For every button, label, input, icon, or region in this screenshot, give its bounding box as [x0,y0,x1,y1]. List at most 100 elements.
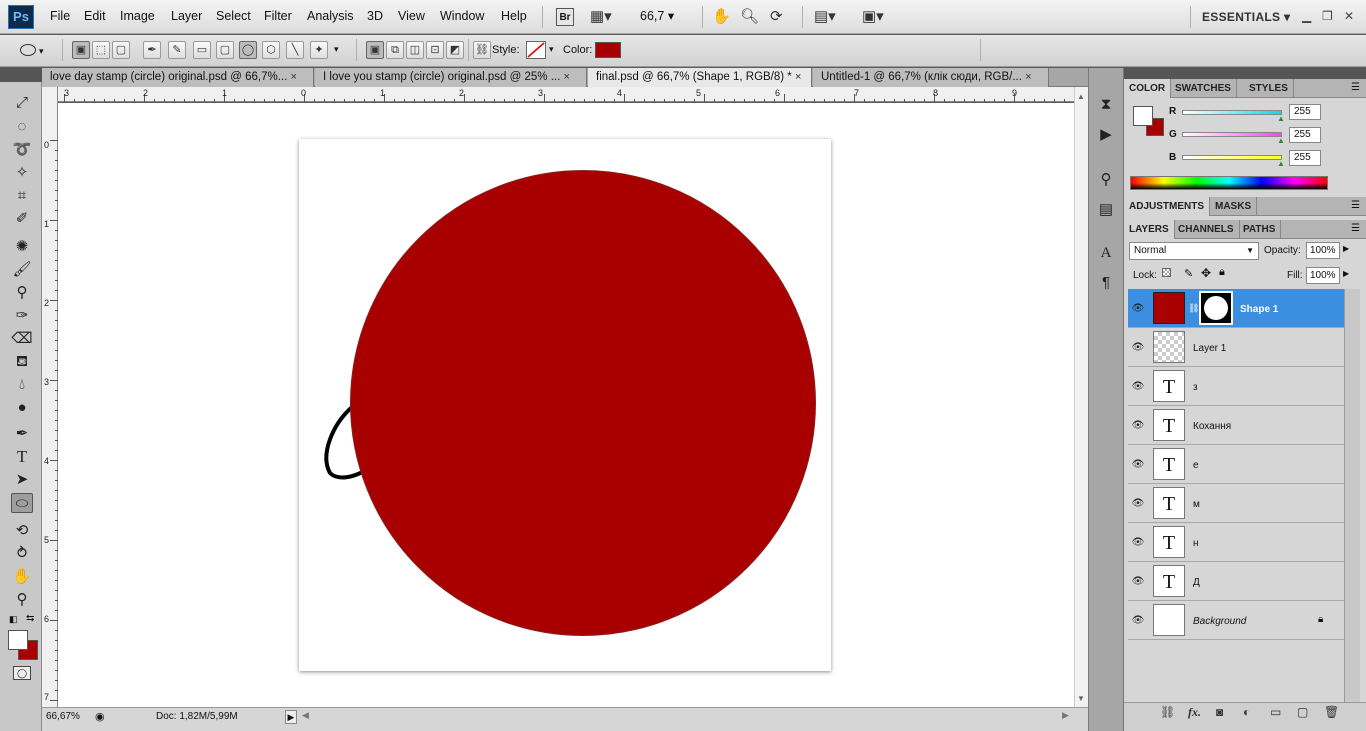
lock-image-icon[interactable]: ✎ [1184,267,1193,280]
eye-icon[interactable]: 👁︎ [1131,303,1145,314]
adjustment-layer-icon[interactable]: ◐ [1243,705,1250,719]
channel-b-value[interactable]: 255 [1289,150,1321,166]
magic-wand-tool-icon[interactable]: ✧ [11,163,33,183]
arrange-documents-icon[interactable]: ▤▾ [814,9,836,25]
tab-close-icon[interactable]: × [795,71,801,83]
rectangle-option-icon[interactable]: ▭ [193,41,211,59]
path-selection-tool-icon[interactable]: ➤ [11,470,33,490]
link-layers-icon[interactable]: ⛓ [1160,705,1175,719]
fill-field[interactable]: 100% [1306,267,1340,284]
new-layer-icon[interactable]: ▢ [1297,705,1308,719]
new-shape-layer-icon[interactable]: ▣ [366,41,384,59]
lock-all-icon[interactable]: 🔒︎ [1219,266,1225,279]
channel-g-slider[interactable] [1182,132,1282,137]
history-panel-icon[interactable]: ⧗ [1096,95,1116,115]
tab-final-psd[interactable]: final.psd @ 66,7% (Shape 1, RGB/8) * × [588,68,812,87]
menu-layer[interactable]: Layer [171,9,202,23]
channel-r-slider[interactable] [1182,110,1282,115]
tab-color[interactable]: COLOR [1124,79,1172,98]
shape-color-swatch[interactable] [595,42,621,58]
freeform-pen-option-icon[interactable]: ✎ [168,41,186,59]
status-zoom[interactable]: 66,67% [46,711,80,722]
exclude-shape-icon[interactable]: ◩ [446,41,464,59]
line-option-icon[interactable]: ╲ [286,41,304,59]
menu-filter[interactable]: Filter [264,9,292,23]
menu-view[interactable]: View [398,9,425,23]
history-brush-tool-icon[interactable]: ✑ [11,306,33,326]
menu-file[interactable]: File [50,9,70,23]
tab-swatches[interactable]: SWATCHES [1170,79,1237,98]
vertical-scrollbar[interactable] [1074,87,1088,707]
paint-bucket-tool-icon[interactable]: ⛾ [11,352,33,372]
text-layer-thumbnail[interactable]: T [1153,565,1185,597]
elliptical-marquee-tool-icon[interactable]: ◌ [11,117,33,137]
menu-select[interactable]: Select [216,9,251,23]
panel-menu-icon[interactable]: ☰ [1351,82,1360,93]
clone-stamp-tool-icon[interactable]: ⚲ [11,283,33,303]
scroll-left-icon[interactable]: ◀ [302,710,309,721]
text-layer-thumbnail[interactable]: T [1153,487,1185,519]
style-swatch[interactable] [526,41,546,59]
layers-scrollbar[interactable] [1344,289,1360,702]
slider-handle-icon[interactable]: ▲ [1277,136,1285,145]
text-layer-thumbnail[interactable]: T [1153,409,1185,441]
tab-i-love-you-stamp[interactable]: I love you stamp (circle) original.psd @… [315,68,587,87]
color-spectrum-bar[interactable] [1130,176,1328,190]
add-mask-icon[interactable]: ◙ [1216,705,1223,719]
spot-healing-tool-icon[interactable]: ✺ [11,237,33,257]
ellipse-tool-icon[interactable]: ⬭ [11,493,33,513]
quick-mask-icon[interactable]: ◯ [13,666,31,680]
crop-tool-icon[interactable]: ⌗ [11,186,33,206]
text-layer-thumbnail[interactable]: T [1153,448,1185,480]
status-menu-arrow-icon[interactable]: ▶ [285,710,297,724]
menu-analysis[interactable]: Analysis [307,9,354,23]
lock-transparent-icon[interactable] [1162,268,1171,277]
blend-mode-select[interactable]: Normal ▼ [1129,242,1259,260]
pen-tool-option-icon[interactable]: ✒ [143,41,161,59]
eye-icon[interactable]: 👁︎ [1131,537,1145,548]
shape-dropdown-icon[interactable]: ▾ [334,44,339,55]
clone-source-icon[interactable]: ⚲ [1096,170,1116,190]
tab-masks[interactable]: MASKS [1210,197,1258,216]
lock-position-icon[interactable]: ✥ [1201,266,1211,280]
swap-colors-icon[interactable]: ⇆ [26,613,34,624]
tab-close-icon[interactable]: × [291,71,297,83]
menu-3d[interactable]: 3D [367,9,383,23]
pen-tool-icon[interactable]: ✒ [11,424,33,444]
custom-shape-option-icon[interactable]: ✦ [310,41,328,59]
tab-styles[interactable]: STYLES [1244,79,1294,98]
link-icon[interactable]: ⛓ [1188,303,1199,314]
zoom-tool-icon[interactable]: ⚲ [11,590,33,610]
hand-tool-icon[interactable]: ✋ [712,9,731,25]
tab-close-icon[interactable]: × [564,71,570,83]
color-panel-foreground-swatch[interactable] [1133,106,1153,126]
polygon-option-icon[interactable]: ⬡ [262,41,280,59]
fill-slider-icon[interactable]: ▶ [1343,269,1349,278]
text-layer-thumbnail[interactable]: T [1153,526,1185,558]
opacity-field[interactable]: 100% [1306,242,1340,259]
workspace-switcher[interactable]: ESSENTIALS ▾ [1202,10,1290,24]
panel-menu-icon[interactable]: ☰ [1351,223,1360,234]
character-panel-icon[interactable]: A [1096,243,1116,263]
tab-layers[interactable]: LAYERS [1124,220,1175,239]
slider-handle-icon[interactable]: ▲ [1277,159,1285,168]
actions-panel-icon[interactable]: ▶ [1096,125,1116,145]
dodge-tool-icon[interactable]: ● [11,398,33,418]
zoom-level-field[interactable]: 66,7 ▾ [640,8,674,23]
3d-rotate-tool-icon[interactable]: ⟲ [11,521,33,541]
restore-icon[interactable]: ❐ [1322,9,1333,23]
brushes-panel-icon[interactable]: ▤ [1096,200,1116,220]
transparent-layer-thumbnail[interactable] [1153,331,1185,363]
lasso-tool-icon[interactable]: ➰ [11,140,33,160]
scroll-right-icon[interactable]: ▶ [1062,710,1069,721]
eraser-tool-icon[interactable]: ⌫ [11,329,33,349]
preset-dropdown-icon[interactable]: ▾ [39,46,44,57]
delete-layer-icon[interactable]: 🗑︎ [1324,705,1339,719]
close-icon[interactable]: ✕ [1344,9,1354,23]
eye-icon[interactable]: 👁︎ [1131,381,1145,392]
rotate-view-icon[interactable]: ⟳ [770,9,783,25]
menu-window[interactable]: Window [440,9,484,23]
eye-icon[interactable]: 👁︎ [1131,342,1145,353]
type-tool-icon[interactable]: T [11,447,33,467]
channel-b-slider[interactable] [1182,155,1282,160]
